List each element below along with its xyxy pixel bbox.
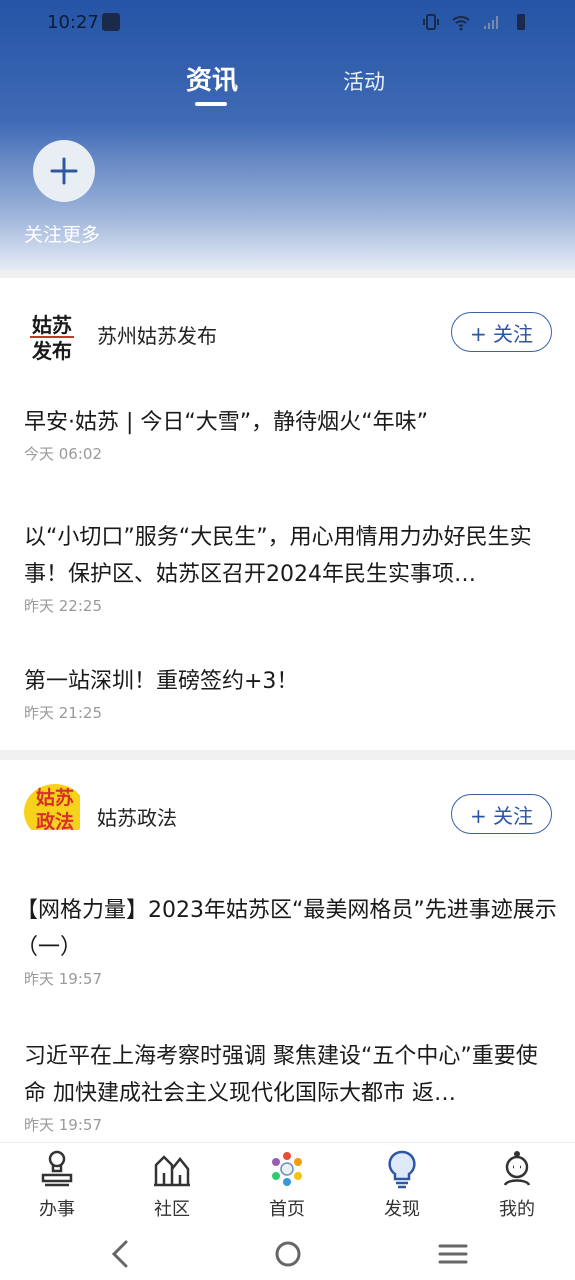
source-card: 姑苏 发布 苏州姑苏发布 + 关注 早安·姑苏 | 今日“大雪”，静待烟火“年味… (0, 278, 575, 750)
logo-text-top: 姑苏 (36, 786, 74, 809)
article-title: 习近平在上海考察时强调 聚焦建设“五个中心”重要使命 加快建成社会主义现代化国际… (24, 1044, 538, 1106)
nav-item-home[interactable]: 首页 (242, 1149, 332, 1221)
source-name[interactable]: 苏州姑苏发布 (97, 320, 217, 349)
article-time: 昨天 22:25 (24, 597, 102, 615)
article-time: 昨天 21:25 (24, 704, 102, 722)
bottom-navigation: 办事 社区 首页 发现 我的 (0, 1142, 575, 1226)
article-item[interactable]: 第一站深圳！重磅签约+3！ 昨天 21:25 (24, 663, 559, 723)
follow-button[interactable]: + 关注 (451, 312, 552, 352)
nav-item-profile[interactable]: 我的 (472, 1149, 562, 1221)
article-item[interactable]: 习近平在上海考察时强调 聚焦建设“五个中心”重要使命 加快建成社会主义现代化国际… (24, 1038, 559, 1135)
vibrate-icon (423, 14, 439, 30)
battery-icon (517, 14, 525, 30)
source-logo: 姑苏 政法 (24, 782, 80, 838)
app-screen: 10:27 资讯 活动 关注更多 姑苏 发布 苏州姑苏发布 + 关注 早安·姑苏… (0, 0, 575, 1280)
plus-icon (33, 140, 95, 202)
article-title: 【网格力量】2023年姑苏区“最美网格员”先进事迹展示（一） (16, 898, 557, 960)
community-icon (154, 1155, 190, 1187)
nav-label: 社区 (154, 1199, 190, 1220)
source-name[interactable]: 姑苏政法 (97, 802, 177, 831)
follow-more-button[interactable]: 关注更多 (24, 140, 114, 247)
top-tabs: 资讯 活动 (0, 60, 575, 110)
article-title: 早安·姑苏 | 今日“大雪”，静待烟火“年味” (24, 410, 428, 435)
article-item[interactable]: 早安·姑苏 | 今日“大雪”，静待烟火“年味” 今天 06:02 (24, 404, 559, 464)
source-header: 姑苏 政法 姑苏政法 + 关注 (0, 760, 575, 870)
follow-button[interactable]: + 关注 (451, 794, 552, 834)
tab-activities[interactable]: 活动 (343, 66, 385, 96)
stamp-icon (41, 1150, 73, 1187)
article-item[interactable]: 以“小切口”服务“大民生”，用心用情用力办好民生实事！保护区、姑苏区召开2024… (24, 519, 559, 616)
nav-label: 办事 (39, 1199, 75, 1220)
back-icon[interactable] (104, 1236, 140, 1272)
nav-item-discover[interactable]: 发现 (357, 1149, 447, 1221)
status-time: 10:27 (47, 12, 99, 33)
lightbulb-icon (388, 1150, 416, 1189)
nav-item-community[interactable]: 社区 (127, 1149, 217, 1221)
follow-more-label: 关注更多 (24, 224, 101, 246)
profile-icon (503, 1151, 531, 1186)
divider (0, 270, 575, 278)
wifi-icon (452, 16, 470, 31)
tab-news[interactable]: 资讯 (186, 60, 238, 97)
nav-label: 我的 (499, 1199, 535, 1220)
status-bar: 10:27 (0, 0, 575, 48)
article-title: 第一站深圳！重磅签约+3！ (24, 669, 299, 694)
article-time: 昨天 19:57 (24, 1116, 102, 1134)
header: 10:27 资讯 活动 关注更多 (0, 0, 575, 270)
source-card: 姑苏 政法 姑苏政法 + 关注 【网格力量】2023年姑苏区“最美网格员”先进事… (0, 760, 575, 1140)
article-title: 以“小切口”服务“大民生”，用心用情用力办好民生实事！保护区、姑苏区召开2024… (24, 525, 532, 587)
signal-icon (484, 16, 498, 29)
home-logo-icon (272, 1152, 302, 1186)
nav-item-services[interactable]: 办事 (12, 1149, 102, 1221)
nav-label: 发现 (384, 1199, 420, 1220)
logo-text-top: 姑苏 (32, 313, 72, 337)
divider (0, 750, 575, 760)
active-tab-indicator (195, 102, 227, 106)
source-logo: 姑苏 发布 (24, 306, 80, 362)
article-item[interactable]: 【网格力量】2023年姑苏区“最美网格员”先进事迹展示（一） 昨天 19:57 (16, 892, 561, 989)
logo-text-bottom: 政法 (36, 810, 74, 830)
logo-text-bottom: 发布 (31, 339, 72, 362)
system-navigation-bar (0, 1226, 575, 1280)
article-time: 今天 06:02 (24, 445, 102, 463)
notification-icon (102, 13, 120, 31)
home-circle-icon[interactable] (270, 1236, 306, 1272)
source-header: 姑苏 发布 苏州姑苏发布 + 关注 (0, 278, 575, 388)
nav-label: 首页 (269, 1199, 305, 1220)
article-time: 昨天 19:57 (24, 970, 102, 988)
menu-icon[interactable] (435, 1236, 471, 1272)
